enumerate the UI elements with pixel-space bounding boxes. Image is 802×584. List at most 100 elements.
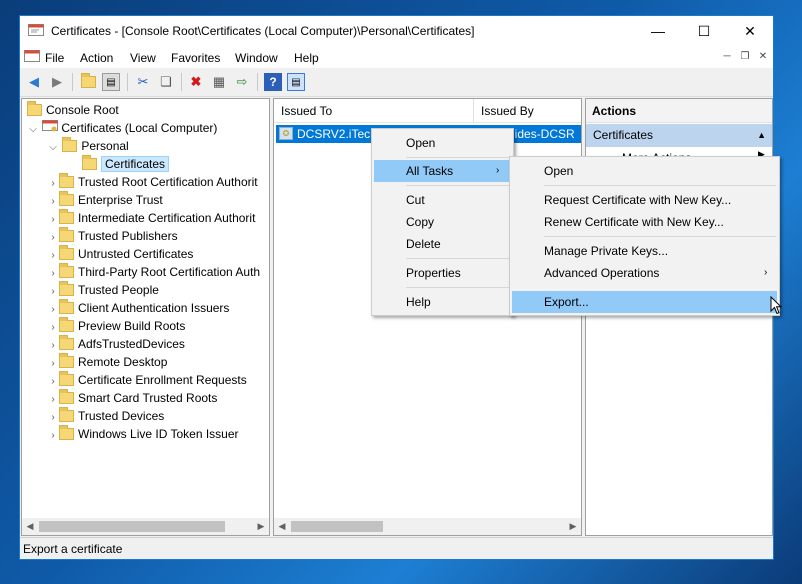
collapse-triangle-icon[interactable]: ▲	[757, 124, 766, 147]
tree-label: Personal	[81, 139, 128, 153]
folder-icon	[59, 302, 74, 314]
properties-icon[interactable]: ▦	[210, 73, 228, 91]
submenu-request-new-key[interactable]: Request Certificate with New Key...	[512, 189, 777, 211]
menu-bar: File Action View Favorites Window Help ─…	[20, 47, 773, 68]
tree-item-store[interactable]: ›Enterprise Trust	[47, 191, 163, 209]
context-menu-help[interactable]: Help	[374, 291, 511, 313]
folder-icon	[59, 284, 74, 296]
maximize-button[interactable]: ☐	[681, 16, 727, 47]
tree-label: Certificates (Local Computer)	[61, 121, 217, 135]
tree-item-store[interactable]: ›Untrusted Certificates	[47, 245, 193, 263]
folder-icon	[59, 338, 74, 350]
list-horizontal-scrollbar[interactable]: ◀ ▶	[274, 518, 581, 535]
menu-view[interactable]: View	[130, 51, 156, 65]
tree-horizontal-scrollbar[interactable]: ◀ ▶	[22, 518, 269, 535]
folder-icon	[27, 104, 42, 116]
folder-icon	[59, 410, 74, 422]
menu-favorites[interactable]: Favorites	[171, 51, 220, 65]
tree-item-store[interactable]: ›Trusted People	[47, 281, 159, 299]
tree-label: Console Root	[46, 103, 119, 117]
tree-label: Enterprise Trust	[78, 193, 163, 207]
tree-label: Third-Party Root Certification Auth	[78, 265, 260, 279]
context-menu-cut[interactable]: Cut	[374, 189, 511, 211]
scroll-right-arrow-icon[interactable]: ▶	[565, 518, 581, 535]
scroll-right-arrow-icon[interactable]: ▶	[253, 518, 269, 535]
context-menu-open[interactable]: Open	[374, 132, 511, 154]
minimize-button[interactable]: —	[635, 16, 681, 47]
help-icon[interactable]: ?	[264, 73, 282, 91]
export-list-icon[interactable]: ⇨	[233, 73, 251, 91]
tree-item-store[interactable]: ›Certificate Enrollment Requests	[47, 371, 247, 389]
folder-icon	[59, 374, 74, 386]
tree-label: Intermediate Certification Authorit	[78, 211, 255, 225]
context-menu-delete[interactable]: Delete	[374, 233, 511, 255]
folder-icon	[59, 266, 74, 278]
tree-item-store[interactable]: ›Preview Build Roots	[47, 317, 185, 335]
tree-item-console-root[interactable]: Console Root	[27, 101, 119, 119]
folder-icon	[59, 248, 74, 260]
menu-file[interactable]: File	[45, 51, 64, 65]
scroll-left-arrow-icon[interactable]: ◀	[22, 518, 38, 535]
scroll-left-arrow-icon[interactable]: ◀	[274, 518, 290, 535]
close-button[interactable]: ✕	[727, 16, 773, 47]
mdi-restore-icon[interactable]: ❐	[737, 50, 753, 64]
tree-label: Client Authentication Issuers	[78, 301, 229, 315]
tree-item-certificates-selected[interactable]: Certificates	[82, 155, 169, 173]
chevron-right-icon: ›	[496, 160, 499, 182]
tree-item-store[interactable]: ›Client Authentication Issuers	[47, 299, 229, 317]
scroll-thumb[interactable]	[39, 521, 225, 532]
tree-item-local-computer[interactable]: ⌵ Certificates (Local Computer)	[27, 119, 217, 137]
folder-icon	[59, 356, 74, 368]
forward-arrow-icon[interactable]: ▶	[48, 73, 66, 91]
mouse-pointer-icon	[770, 296, 782, 315]
show-hide-tree-icon[interactable]: ▤	[102, 73, 120, 91]
chevron-right-icon: ›	[764, 262, 767, 284]
tree-item-store[interactable]: ›Trusted Root Certification Authorit	[47, 173, 258, 191]
submenu-manage-private-keys[interactable]: Manage Private Keys...	[512, 240, 777, 262]
submenu-export[interactable]: Export...	[512, 291, 777, 313]
up-folder-icon[interactable]	[79, 73, 97, 91]
copy-icon[interactable]: ❏	[157, 73, 175, 91]
section-label: Certificates	[593, 128, 653, 142]
tree-item-store[interactable]: ›Third-Party Root Certification Auth	[47, 263, 260, 281]
delete-icon[interactable]: ✖	[187, 73, 205, 91]
back-arrow-icon[interactable]: ◀	[25, 73, 43, 91]
collapse-chevron-icon[interactable]: ⌵	[27, 121, 39, 139]
tree-item-store[interactable]: ›Trusted Publishers	[47, 227, 178, 245]
submenu-renew-new-key[interactable]: Renew Certificate with New Key...	[512, 211, 777, 233]
tree-item-store[interactable]: ›Intermediate Certification Authorit	[47, 209, 255, 227]
column-issued-by[interactable]: Issued By	[474, 99, 582, 123]
submenu-advanced-operations[interactable]: Advanced Operations	[512, 262, 777, 284]
tree-item-store[interactable]: ›Trusted Devices	[47, 407, 164, 425]
tree-label: Trusted Devices	[78, 409, 164, 423]
console-icon[interactable]	[24, 50, 40, 64]
cut-icon[interactable]: ✂	[134, 73, 152, 91]
scroll-thumb[interactable]	[291, 521, 383, 532]
title-bar[interactable]: Certificates - [Console Root\Certificate…	[20, 16, 773, 47]
show-hide-action-pane-icon[interactable]: ▤	[287, 73, 305, 91]
actions-header: Actions	[586, 99, 772, 123]
tree-item-store[interactable]: ›AdfsTrustedDevices	[47, 335, 185, 353]
column-header-row: Issued To Issued By ^	[274, 99, 582, 123]
menu-help[interactable]: Help	[294, 51, 319, 65]
tree-item-store[interactable]: ›Remote Desktop	[47, 353, 167, 371]
menu-window[interactable]: Window	[235, 51, 278, 65]
context-menu-copy[interactable]: Copy	[374, 211, 511, 233]
mdi-minimize-icon[interactable]: ─	[719, 50, 735, 64]
tree-item-store[interactable]: ›Windows Live ID Token Issuer	[47, 425, 239, 443]
tree-label: Trusted Root Certification Authorit	[78, 175, 258, 189]
menu-action[interactable]: Action	[80, 51, 113, 65]
tree-label: Untrusted Certificates	[78, 247, 193, 261]
expand-chevron-icon[interactable]: ›	[47, 427, 59, 445]
context-menu-all-tasks[interactable]: All Tasks	[374, 160, 511, 182]
folder-icon	[62, 140, 77, 152]
tree-label: Smart Card Trusted Roots	[78, 391, 217, 405]
mdi-close-icon[interactable]: ✕	[755, 50, 771, 64]
context-menu: Open All Tasks › Cut Copy Delete Propert…	[371, 128, 514, 316]
submenu-open[interactable]: Open	[512, 160, 777, 182]
collapse-chevron-icon[interactable]: ⌵	[47, 139, 59, 157]
tree-item-personal[interactable]: ⌵ Personal	[47, 137, 129, 155]
tree-item-store[interactable]: ›Smart Card Trusted Roots	[47, 389, 217, 407]
actions-section-certificates[interactable]: Certificates ▲	[586, 124, 772, 147]
context-menu-properties[interactable]: Properties	[374, 262, 511, 284]
